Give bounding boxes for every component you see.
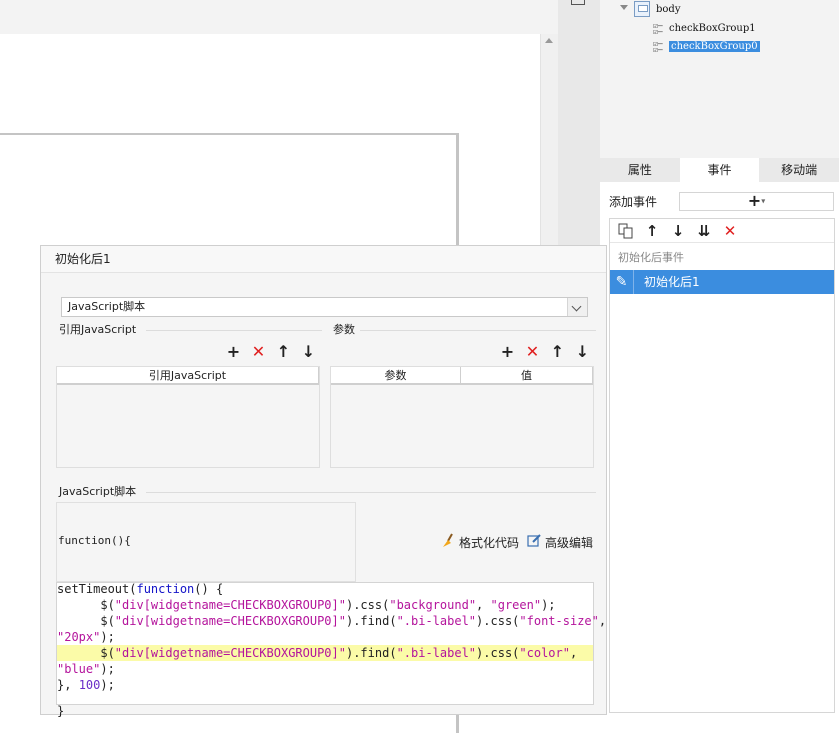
tree-node-body[interactable]: body — [656, 1, 680, 19]
event-item-label: 初始化后1 — [644, 275, 700, 289]
section-divider — [360, 330, 596, 331]
params-section-label: 参数 — [333, 323, 355, 336]
column-header-param[interactable]: 参数 — [331, 367, 461, 383]
code-line[interactable]: $("div[widgetname=CHECKBOXGROUP0]").find… — [57, 613, 606, 629]
dialog-title-bar[interactable] — [41, 246, 606, 273]
body-container-icon — [634, 1, 650, 17]
tree-node-label: checkBoxGroup0 — [669, 41, 760, 52]
script-type-select[interactable]: JavaScript脚本 — [61, 297, 588, 317]
edit-pencil-icon[interactable]: ✎ — [610, 270, 634, 294]
collapse-toggle-icon[interactable] — [620, 5, 628, 10]
section-divider — [146, 492, 596, 493]
add-event-label: 添加事件 — [609, 195, 658, 209]
ref-js-table: 引用JavaScript — [56, 366, 320, 468]
ref-js-toolbar: + ✕ ↑ ↓ — [225, 342, 317, 361]
advanced-edit-label: 高级编辑 — [545, 535, 594, 550]
code-line[interactable]: $("div[widgetname=CHECKBOXGROUP0]").css(… — [57, 597, 593, 613]
copy-icon[interactable] — [616, 221, 636, 241]
code-line[interactable]: }, 100); — [57, 677, 593, 693]
property-tabs: 属性 事件 移动端 — [600, 158, 839, 182]
tree-node-label: checkBoxGroup1 — [669, 23, 756, 34]
dropdown-arrow-icon: ▾ — [761, 196, 766, 206]
column-header[interactable]: 引用JavaScript — [57, 367, 319, 383]
tab-properties[interactable]: 属性 — [600, 158, 680, 182]
checkbox-group-icon: ☑— ☑— — [653, 38, 663, 54]
move-bottom-icon[interactable]: ⇊ — [694, 221, 714, 241]
script-section-label: JavaScript脚本 — [59, 485, 137, 498]
move-down-icon[interactable]: ↓ — [300, 342, 317, 361]
chevron-down-icon[interactable] — [567, 298, 587, 316]
move-down-icon[interactable]: ↓ — [574, 342, 591, 361]
move-up-icon[interactable]: ↑ — [275, 342, 292, 361]
format-code-label: 格式化代码 — [459, 536, 520, 550]
delete-icon[interactable]: ✕ — [250, 342, 267, 361]
event-toolbar: ↑ ↓ ⇊ ✕ — [610, 219, 834, 243]
advanced-edit-button[interactable]: 高级编辑 — [527, 533, 593, 551]
function-header-text: function(){ — [58, 534, 131, 547]
scroll-up-icon[interactable] — [545, 38, 553, 43]
code-line[interactable]: setTimeout(function() { — [57, 581, 593, 597]
script-type-value: JavaScript脚本 — [68, 300, 146, 313]
tab-mobile[interactable]: 移动端 — [759, 158, 839, 182]
plus-icon: + — [747, 191, 762, 210]
format-code-button[interactable]: 格式化代码 — [440, 533, 519, 552]
move-up-icon[interactable]: ↑ — [642, 221, 662, 241]
function-closing-brace: } — [57, 704, 65, 718]
broom-icon — [440, 533, 456, 552]
add-event-button[interactable]: +▾ — [679, 192, 834, 211]
code-line[interactable]: $("div[widgetname=CHECKBOXGROUP0]").find… — [57, 645, 593, 661]
move-down-icon[interactable]: ↓ — [668, 221, 688, 241]
move-up-icon[interactable]: ↑ — [549, 342, 566, 361]
dialog-title: 初始化后1 — [55, 252, 111, 266]
add-icon[interactable]: + — [499, 342, 516, 361]
checkbox-group-icon: ☑— ☑— — [653, 20, 663, 36]
code-line[interactable]: "blue"); — [57, 661, 593, 677]
delete-icon[interactable]: ✕ — [524, 342, 541, 361]
tree-node-checkboxgroup1[interactable]: ☑— ☑— checkBoxGroup1 — [653, 20, 756, 38]
event-group-header: 初始化后事件 — [618, 251, 684, 264]
params-toolbar: + ✕ ↑ ↓ — [499, 342, 591, 361]
section-divider — [146, 330, 322, 331]
tab-events[interactable]: 事件 — [679, 158, 760, 182]
delete-icon[interactable]: ✕ — [720, 221, 740, 241]
add-icon[interactable]: + — [225, 342, 242, 361]
edit-icon — [527, 533, 542, 551]
column-header-value[interactable]: 值 — [461, 367, 593, 383]
ref-js-section-label: 引用JavaScript — [59, 323, 137, 336]
table-header: 引用JavaScript — [57, 367, 319, 385]
params-table: 参数 值 — [330, 366, 594, 468]
layout-icon[interactable] — [571, 0, 585, 5]
tree-node-checkboxgroup0[interactable]: ☑— ☑— checkBoxGroup0 — [653, 38, 760, 56]
code-line[interactable]: "20px"); — [57, 629, 593, 645]
table-header: 参数 值 — [331, 367, 593, 385]
event-item[interactable]: ✎ 初始化后1 — [610, 270, 834, 294]
